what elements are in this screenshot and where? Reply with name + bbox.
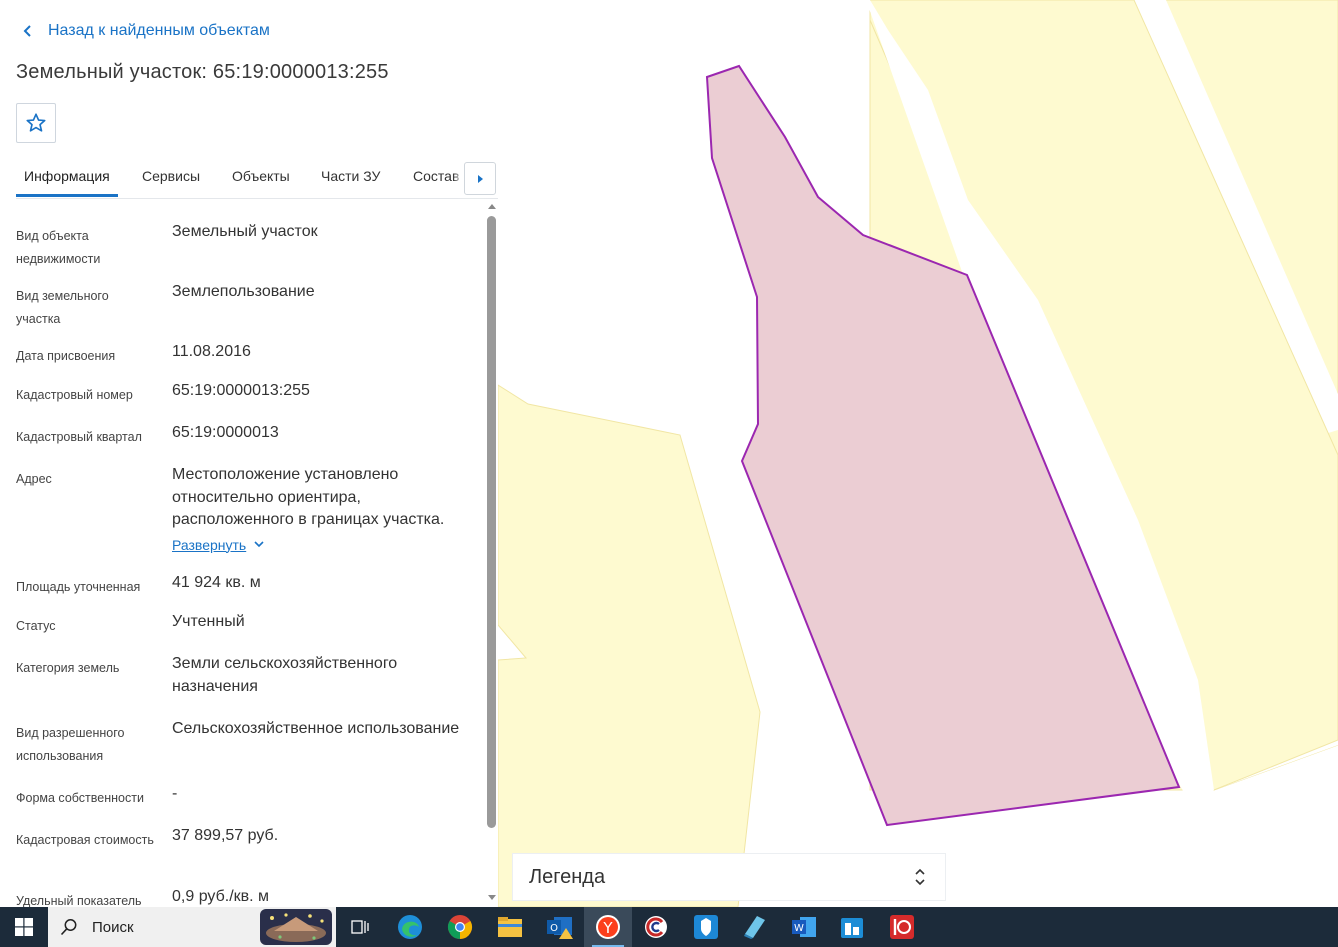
svg-text:Y: Y (602, 919, 613, 937)
tab-information[interactable]: Информация (24, 168, 110, 184)
map-view[interactable] (498, 0, 1338, 907)
page-title: Земельный участок: 65:19:0000013:255 (16, 61, 389, 83)
chevron-left-icon (23, 25, 31, 37)
scroll-up-arrow[interactable] (488, 204, 496, 209)
rosreestr-icon[interactable] (682, 907, 730, 947)
tab-services[interactable]: Сервисы (142, 168, 200, 184)
info-label: Вид земельного участка (16, 289, 109, 326)
info-label: Кадастровый квартал (16, 430, 142, 444)
outlook-icon[interactable]: O (536, 907, 584, 947)
legend-label: Легенда (529, 865, 606, 888)
info-value: Земли сельскохозяйственного назначения (172, 655, 398, 695)
search-highlight-image (260, 909, 332, 945)
active-tab-indicator (16, 194, 118, 197)
expand-label: Развернуть (172, 536, 247, 553)
info-value: Сельскохозяйственное использование (172, 720, 460, 737)
word-icon[interactable]: W (780, 907, 828, 947)
chevron-down-icon (254, 541, 264, 547)
tab-composition[interactable]: Состав (413, 168, 459, 184)
search-placeholder: Поиск (92, 918, 134, 936)
caret-right-icon (478, 174, 483, 183)
tab-parts[interactable]: Части ЗУ (321, 168, 380, 184)
expand-collapse-icon (915, 868, 925, 886)
task-view-icon[interactable] (336, 907, 384, 947)
info-value-block: Местоположение установлено относительно … (172, 464, 472, 557)
info-label: Статус (16, 619, 56, 633)
notepad-icon[interactable] (730, 907, 778, 947)
svg-text:W: W (794, 923, 804, 934)
windows-start-icon[interactable] (0, 907, 48, 947)
info-value: 65:19:0000013:255 (172, 382, 310, 399)
info-value: - (172, 785, 178, 802)
info-label: Форма собственности (16, 791, 144, 805)
scroll-thumb[interactable] (487, 216, 496, 828)
info-value: Местоположение установлено относительно … (172, 466, 445, 528)
tabs-scroll-right-button[interactable] (464, 162, 496, 195)
info-value: Земельный участок (172, 223, 318, 240)
yandex-browser-icon[interactable]: Y (584, 907, 632, 947)
info-value: 37 899,57 руб. (172, 827, 279, 844)
info-label: Вид разрешенного использования (16, 726, 125, 763)
back-link-label: Назад к найденным объектам (48, 22, 270, 39)
info-value: Учтенный (172, 613, 245, 630)
info-scrollbar[interactable] (486, 199, 498, 907)
tab-objects[interactable]: Объекты (232, 168, 290, 184)
scroll-down-arrow[interactable] (488, 895, 496, 900)
info-value: 65:19:0000013 (172, 424, 279, 441)
info-value: 11.08.2016 (172, 343, 251, 360)
info-panel: Назад к найденным объектам Земельный уча… (0, 0, 498, 907)
info-value: 41 924 кв. м (172, 574, 261, 591)
info-value: 0,9 руб./кв. м (172, 888, 270, 905)
legend-toggle[interactable]: Легенда (512, 853, 946, 901)
app-red-icon[interactable] (878, 907, 926, 947)
windows-taskbar: Поиск O Y W (0, 907, 1338, 947)
store-icon[interactable] (828, 907, 876, 947)
info-label: Вид объекта недвижимости (16, 229, 101, 266)
file-explorer-icon[interactable] (486, 907, 534, 947)
info-list: Вид объекта недвижимости Земельный участ… (0, 199, 486, 907)
info-label: Адрес (16, 472, 52, 486)
chrome-icon[interactable] (436, 907, 484, 947)
info-label: Кадастровый номер (16, 388, 133, 402)
info-label: Площадь уточненная (16, 580, 141, 594)
info-label: Категория земель (16, 661, 120, 675)
expand-link[interactable]: Развернуть (172, 534, 268, 557)
svg-text:O: O (550, 923, 558, 934)
edge-icon[interactable] (386, 907, 434, 947)
search-icon (60, 919, 77, 936)
info-label: Дата присвоения (16, 349, 116, 363)
consultant-icon[interactable] (632, 907, 680, 947)
info-label: Удельный показатель (16, 894, 142, 907)
favorite-button[interactable] (16, 103, 56, 143)
info-value: Землепользование (172, 283, 315, 300)
tab-bar: Информация Сервисы Объекты Части ЗУ Сост… (16, 158, 498, 199)
map-canvas[interactable] (498, 0, 1338, 907)
info-label: Кадастровая стоимость (16, 833, 154, 847)
back-link[interactable]: Назад к найденным объектам (20, 21, 270, 41)
taskbar-search-input[interactable]: Поиск (48, 907, 336, 947)
star-icon (26, 113, 46, 132)
